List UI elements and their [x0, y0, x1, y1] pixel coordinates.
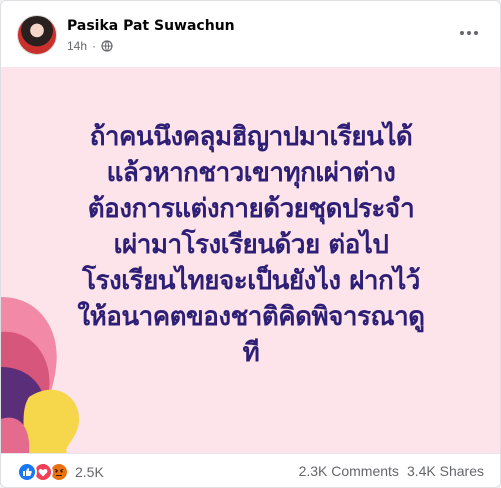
reactions-count: 2.5K: [75, 464, 104, 480]
comments-count[interactable]: 2.3K Comments: [299, 463, 399, 479]
engagement-bar: 2.5K 2.3K Comments 3.4K Shares: [1, 453, 500, 487]
post-text-line: ให้อนาคตของชาติคิดพิจารณาดู: [77, 302, 425, 332]
post-text-line: ที: [242, 338, 260, 368]
post-header: Pasika Pat Suwachun 14h ·: [1, 1, 500, 67]
shares-count[interactable]: 3.4K Shares: [407, 463, 484, 479]
more-options-icon[interactable]: [458, 27, 480, 39]
post-text-line: โรงเรียนไทยจะเป็นยังไง ฝากไว้: [82, 266, 420, 296]
post-meta: 14h ·: [67, 39, 113, 53]
author-avatar[interactable]: [17, 15, 57, 55]
post-text: ถ้าคนนึงคลุมฮิญาปมาเรียนได้ แล้วหากชาวเข…: [31, 119, 471, 371]
post-text-line: เผ่ามาโรงเรียนด้วย ต่อไป: [113, 230, 389, 260]
post-meta-separator: ·: [92, 39, 97, 53]
author-name[interactable]: Pasika Pat Suwachun: [67, 18, 235, 34]
reactions-summary[interactable]: 2.5K: [17, 462, 104, 482]
post-background[interactable]: ถ้าคนนึงคลุมฮิญาปมาเรียนได้ แล้วหากชาวเข…: [1, 67, 500, 453]
post-stats: 2.3K Comments 3.4K Shares: [299, 463, 484, 479]
post-time[interactable]: 14h: [67, 39, 87, 53]
post-text-line: แล้วหากชาวเขาทุกเผ่าต่าง: [106, 158, 396, 188]
post-text-line: ต้องการแต่งกายด้วยชุดประจำ: [87, 194, 415, 224]
like-icon: [17, 462, 37, 482]
post-text-line: ถ้าคนนึงคลุมฮิญาปมาเรียนได้: [89, 122, 413, 152]
post-card: Pasika Pat Suwachun 14h · ถ้าคนนึงคลุมฮิ…: [0, 0, 501, 488]
globe-icon: [101, 40, 113, 52]
